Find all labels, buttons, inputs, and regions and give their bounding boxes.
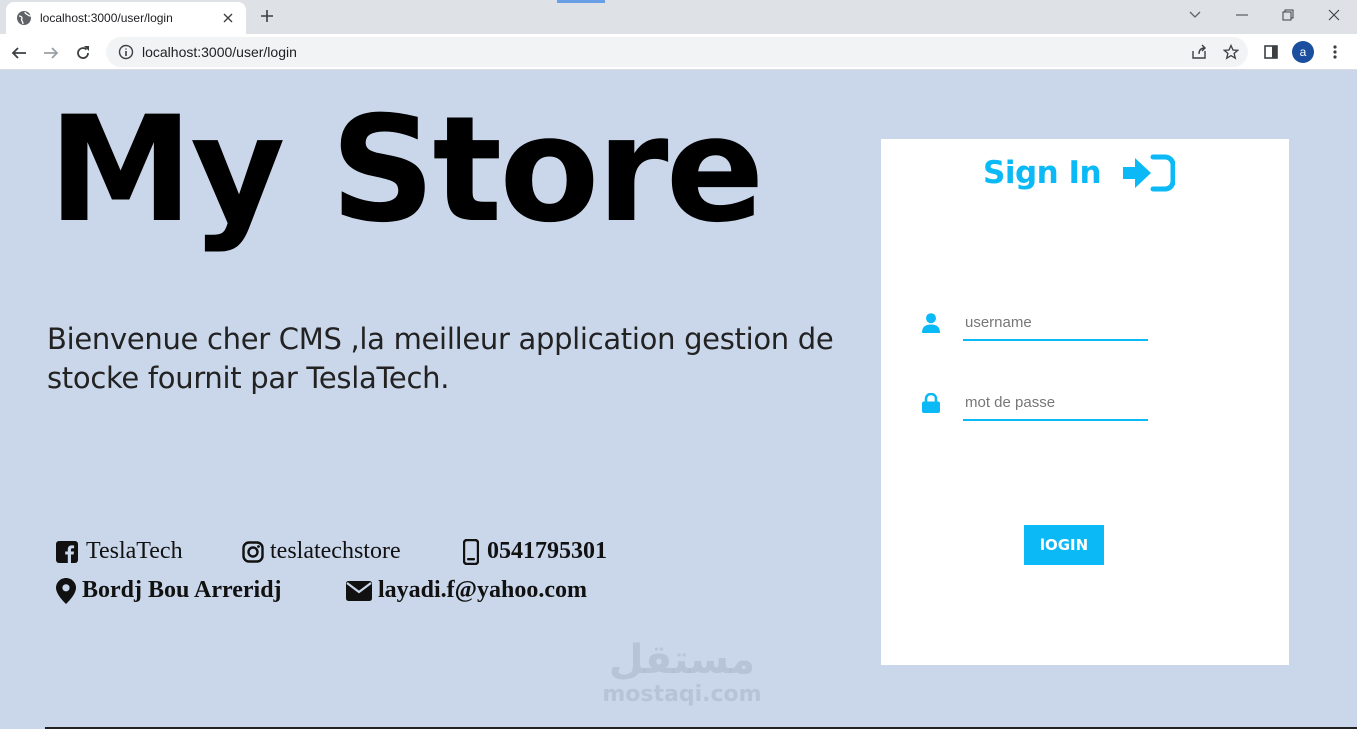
tab-title: localhost:3000/user/login bbox=[40, 11, 173, 25]
facebook-label: TeslaTech bbox=[86, 538, 183, 564]
sidepanel-icon[interactable] bbox=[1259, 40, 1283, 64]
star-icon[interactable] bbox=[1219, 40, 1243, 64]
phone-label: 0541795301 bbox=[487, 538, 607, 564]
contact-instagram[interactable]: teslatechstore bbox=[242, 538, 401, 565]
contact-facebook[interactable]: TeslaTech bbox=[56, 538, 183, 565]
forward-icon[interactable] bbox=[38, 40, 64, 66]
contact-location: Bordj Bou Arreridj bbox=[56, 577, 282, 604]
login-card: Sign In lOGIN bbox=[881, 139, 1289, 665]
location-label: Bordj Bou Arreridj bbox=[82, 577, 282, 603]
tab-search-icon[interactable] bbox=[1172, 0, 1218, 30]
menu-icon[interactable] bbox=[1323, 40, 1347, 64]
email-label: layadi.f@yahoo.com bbox=[378, 577, 587, 603]
sign-in-title: Sign In bbox=[983, 155, 1102, 191]
facebook-icon bbox=[56, 540, 78, 563]
brand-title: My Store bbox=[48, 85, 765, 255]
username-input[interactable] bbox=[963, 305, 1148, 341]
lock-icon bbox=[921, 393, 941, 413]
envelope-icon bbox=[346, 580, 372, 601]
user-icon bbox=[921, 313, 941, 333]
login-button[interactable]: lOGIN bbox=[1024, 525, 1104, 565]
share-icon[interactable] bbox=[1187, 40, 1211, 64]
watermark-arabic: مستقل bbox=[608, 637, 756, 683]
instagram-label: teslatechstore bbox=[270, 538, 401, 564]
avatar[interactable]: a bbox=[1292, 41, 1314, 63]
contact-phone[interactable]: 0541795301 bbox=[463, 538, 607, 565]
sign-in-icon bbox=[1123, 153, 1176, 193]
contact-email[interactable]: layadi.f@yahoo.com bbox=[346, 577, 587, 604]
password-field bbox=[921, 381, 1151, 425]
password-input[interactable] bbox=[963, 385, 1148, 421]
info-icon[interactable] bbox=[118, 44, 134, 60]
instagram-icon bbox=[242, 540, 264, 563]
restore-icon[interactable] bbox=[1265, 0, 1311, 30]
browser-tab[interactable]: localhost:3000/user/login bbox=[6, 2, 246, 34]
globe-icon bbox=[16, 10, 32, 26]
minimize-icon[interactable] bbox=[1219, 0, 1265, 30]
browser-tab-bar: localhost:3000/user/login bbox=[0, 0, 1357, 34]
address-bar[interactable]: localhost:3000/user/login bbox=[106, 37, 1248, 67]
username-field bbox=[921, 301, 1151, 345]
location-icon bbox=[56, 577, 76, 604]
watermark: مستقل mostaqi.com bbox=[597, 636, 767, 706]
reload-icon[interactable] bbox=[70, 40, 96, 66]
watermark-latin: mostaqi.com bbox=[602, 682, 762, 707]
welcome-text: Bienvenue cher CMS ,la meilleur applicat… bbox=[47, 322, 834, 395]
back-icon[interactable] bbox=[6, 40, 32, 66]
window-close-icon[interactable] bbox=[1311, 0, 1357, 30]
close-icon[interactable] bbox=[220, 10, 236, 26]
browser-toolbar: localhost:3000/user/login a bbox=[0, 34, 1357, 70]
plus-icon[interactable] bbox=[256, 5, 278, 27]
phone-icon bbox=[463, 538, 479, 565]
sign-in-header: Sign In bbox=[983, 153, 1176, 193]
url-text[interactable]: localhost:3000/user/login bbox=[142, 44, 297, 60]
tab-strip-indicator bbox=[557, 0, 605, 3]
